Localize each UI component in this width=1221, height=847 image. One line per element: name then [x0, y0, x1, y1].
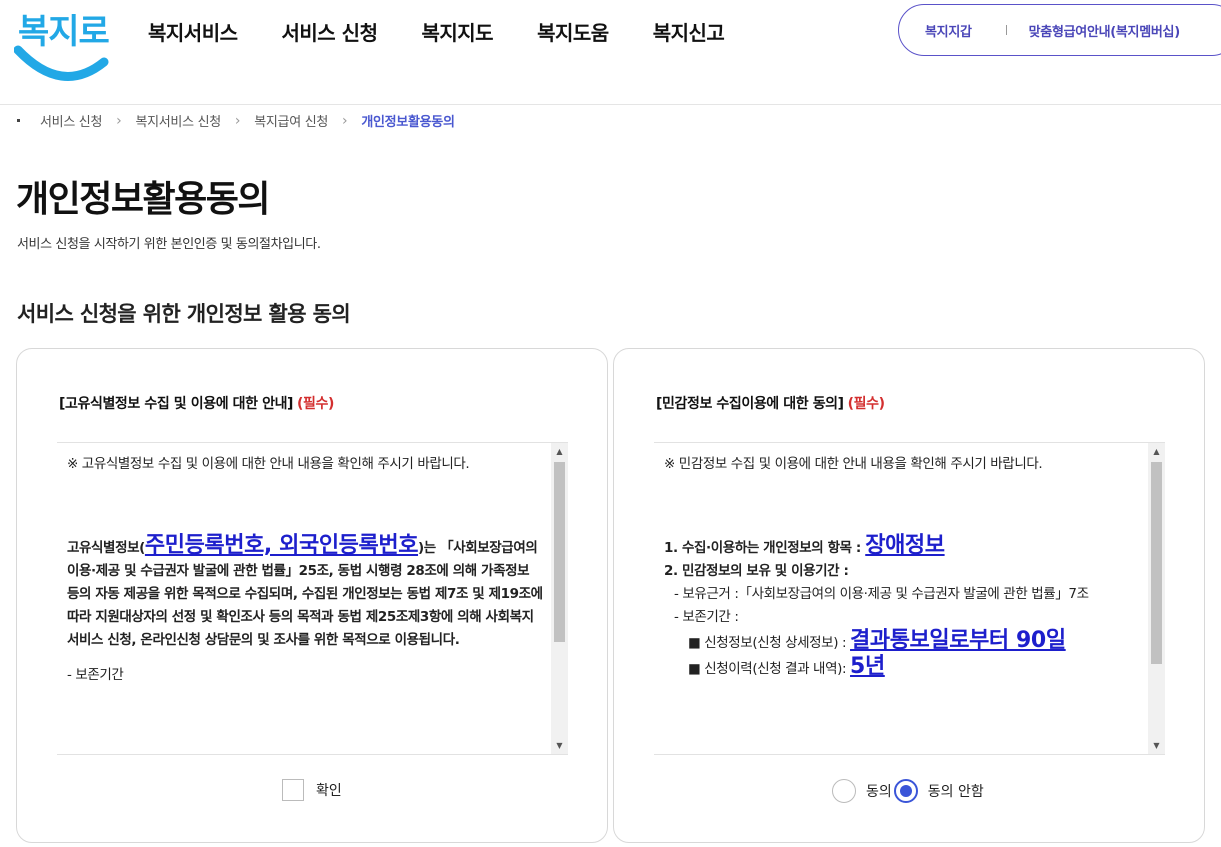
nav-welfare-report[interactable]: 복지신고	[653, 17, 725, 46]
notice-text: ※ 민감정보 수집 및 이용에 대한 안내 내용을 확인해 주시기 바랍니다.	[664, 456, 1043, 472]
terms-content: ※ 민감정보 수집 및 이용에 대한 안내 내용을 확인해 주시기 바랍니다. …	[664, 453, 1142, 681]
confirm-checkbox[interactable]	[282, 779, 304, 801]
scrollbar[interactable]: ▲ ▼	[1148, 443, 1165, 754]
notice-text: ※ 고유식별정보 수집 및 이용에 대한 안내 내용을 확인해 주시기 바랍니다…	[67, 456, 470, 472]
top-utility-box: 복지지갑 맞춤형급여안내(복지멤버십)	[898, 4, 1221, 56]
period2-value: 5년	[850, 654, 885, 679]
period2-row: ■ 신청이력(신청 결과 내역): 5년	[664, 655, 1142, 681]
period1-value: 결과통보일로부터 90일	[850, 628, 1066, 653]
util-divider	[1005, 25, 1007, 35]
scroll-down-icon[interactable]: ▼	[1148, 737, 1165, 754]
card-title: [민감정보 수집이용에 대한 동의] (필수)	[656, 393, 885, 413]
confirm-label[interactable]: 확인	[316, 780, 342, 800]
period-label: - 보존기간 :	[674, 609, 739, 625]
card-title: [고유식별정보 수집 및 이용에 대한 안내] (필수)	[59, 393, 334, 413]
section-title: 서비스 신청을 위한 개인정보 활용 동의	[17, 302, 351, 326]
site-logo[interactable]: 복지로	[14, 4, 110, 88]
period1-label: ■ 신청정보(신청 상세정보) :	[688, 635, 847, 651]
disagree-label[interactable]: 동의 안함	[928, 781, 984, 801]
terms-body-prefix: 고유식별정보(	[67, 540, 145, 556]
site-header: 복지로 복지서비스 서비스 신청 복지지도 복지도움 복지신고 복지지갑 맞춤형…	[0, 0, 1221, 105]
chevron-right-icon: ›	[342, 112, 348, 129]
nav-welfare-map[interactable]: 복지지도	[421, 17, 493, 46]
item1-value: 장애정보	[865, 533, 945, 558]
retention-label: - 보존기간	[67, 667, 124, 683]
global-nav: 복지서비스 서비스 신청 복지지도 복지도움 복지신고	[148, 17, 768, 46]
nav-welfare-service[interactable]: 복지서비스	[148, 17, 238, 46]
period2-label: ■ 신청이력(신청 결과 내역):	[688, 661, 847, 677]
page-title: 개인정보활용동의	[16, 179, 270, 220]
card-title-text: [고유식별정보 수집 및 이용에 대한 안내]	[59, 396, 294, 412]
item1-label: 1. 수집·이용하는 개인정보의 항목 :	[664, 540, 861, 556]
scroll-down-icon[interactable]: ▼	[551, 737, 568, 754]
scroll-up-icon[interactable]: ▲	[551, 443, 568, 460]
period1-row: ■ 신청정보(신청 상세정보) : 결과통보일로부터 90일	[664, 629, 1142, 655]
basis-text: - 보유근거 :「사회보장급여의 이용·제공 및 수급권자 발굴에 관한 법률」…	[674, 586, 1089, 602]
scrollbar-thumb[interactable]	[1151, 462, 1162, 664]
required-badge: (필수)	[297, 396, 335, 412]
nav-welfare-help[interactable]: 복지도움	[537, 17, 609, 46]
breadcrumb: 서비스 신청 › 복지서비스 신청 › 복지급여 신청 › 개인정보활용동의	[17, 111, 455, 130]
unique-id-consent-card: [고유식별정보 수집 및 이용에 대한 안내] (필수) ※ 고유식별정보 수집 …	[16, 348, 608, 843]
breadcrumb-item[interactable]: 서비스 신청	[40, 111, 102, 130]
card-title-text: [민감정보 수집이용에 대한 동의]	[656, 396, 844, 412]
terms-scrollbox[interactable]: ※ 고유식별정보 수집 및 이용에 대한 안내 내용을 확인해 주시기 바랍니다…	[57, 442, 568, 755]
highlight-text: 주민등록번호, 외국인등록번호	[144, 533, 419, 558]
required-badge: (필수)	[847, 396, 885, 412]
chevron-right-icon: ›	[234, 112, 241, 129]
welfare-wallet-link[interactable]: 복지지갑	[925, 21, 972, 40]
item2-label: 2. 민감정보의 보유 및 이용기간 :	[664, 563, 849, 579]
page-description: 서비스 신청을 시작하기 위한 본인인증 및 동의절차입니다.	[17, 237, 321, 252]
agree-label[interactable]: 동의	[866, 781, 892, 801]
breadcrumb-item[interactable]: 복지서비스 신청	[135, 111, 221, 130]
breadcrumb-item[interactable]: 복지급여 신청	[254, 111, 328, 130]
breadcrumb-current: 개인정보활용동의	[361, 115, 455, 130]
logo-smile-icon	[14, 45, 109, 81]
agree-radio-group: 동의 동의 안함	[832, 779, 984, 803]
sensitive-info-consent-card: [민감정보 수집이용에 대한 동의] (필수) ※ 민감정보 수집 및 이용에 대…	[613, 348, 1205, 843]
scroll-up-icon[interactable]: ▲	[1148, 443, 1165, 460]
chevron-right-icon: ›	[116, 112, 122, 129]
scrollbar-thumb[interactable]	[554, 462, 565, 642]
item1-row: 1. 수집·이용하는 개인정보의 항목 : 장애정보	[664, 534, 1142, 560]
nav-service-apply[interactable]: 서비스 신청	[282, 17, 378, 46]
agree-radio[interactable]	[832, 779, 856, 803]
membership-link[interactable]: 맞춤형급여안내(복지멤버십)	[1029, 21, 1181, 40]
disagree-radio[interactable]	[893, 779, 918, 803]
home-bullet-icon	[17, 119, 20, 122]
scrollbar[interactable]: ▲ ▼	[551, 443, 568, 754]
terms-scrollbox[interactable]: ※ 민감정보 수집 및 이용에 대한 안내 내용을 확인해 주시기 바랍니다. …	[654, 442, 1165, 755]
terms-content: ※ 고유식별정보 수집 및 이용에 대한 안내 내용을 확인해 주시기 바랍니다…	[67, 453, 545, 687]
confirm-checkbox-row[interactable]: 확인	[282, 779, 342, 801]
terms-body: 고유식별정보(주민등록번호, 외국인등록번호)는 「사회보장급여의 이용·제공 …	[67, 534, 545, 652]
